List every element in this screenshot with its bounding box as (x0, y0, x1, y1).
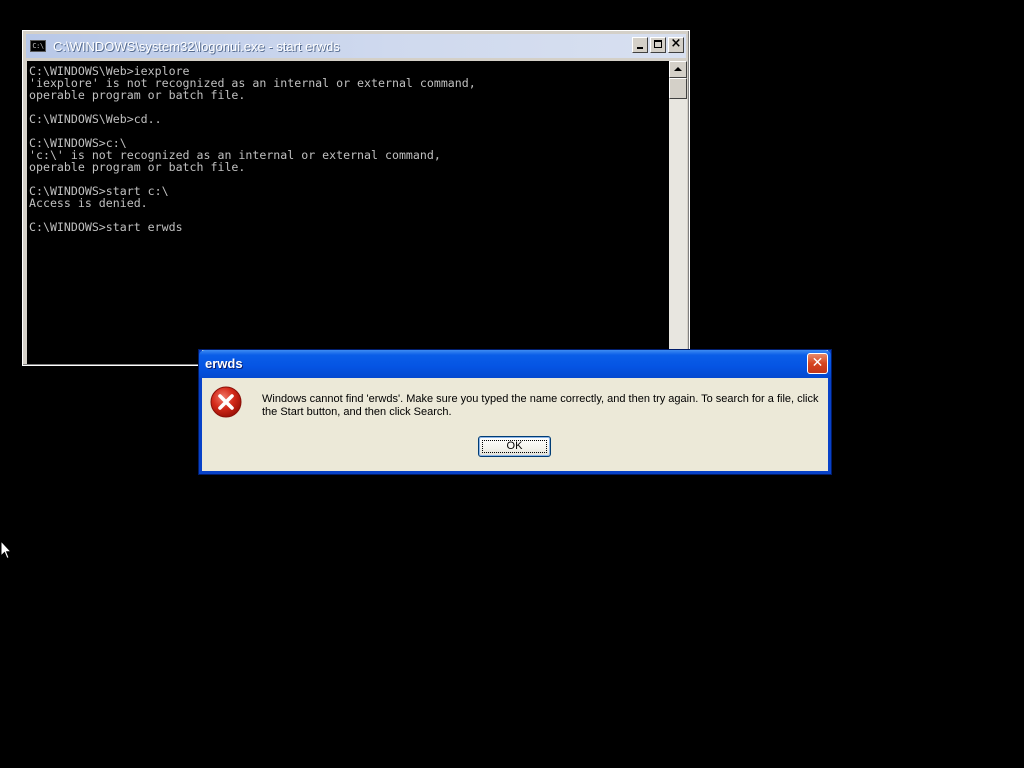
console-window[interactable]: C:\ C:\WINDOWS\system32\logonui.exe - st… (22, 30, 690, 366)
console-title: C:\WINDOWS\system32\logonui.exe - start … (53, 38, 340, 54)
window-controls: × (632, 36, 684, 53)
close-icon: × (670, 36, 682, 51)
console-line: operable program or batch file. (29, 160, 246, 174)
minimize-icon (637, 47, 643, 49)
desktop: C:\ C:\WINDOWS\system32\logonui.exe - st… (0, 0, 1024, 768)
console-line: C:\WINDOWS>start erwds (29, 220, 183, 234)
maximize-button[interactable] (650, 37, 666, 53)
console-titlebar[interactable]: C:\ C:\WINDOWS\system32\logonui.exe - st… (26, 34, 686, 58)
console-line: Access is denied. (29, 196, 148, 210)
scroll-up-button[interactable] (669, 61, 687, 78)
console-output[interactable]: C:\WINDOWS\Web>iexplore 'iexplore' is no… (27, 61, 669, 364)
error-dialog: erwds ✕ Windows cannot find 'erwds'. Mak… (199, 350, 831, 474)
vertical-scrollbar[interactable] (669, 61, 687, 364)
ok-button-label: OK (506, 440, 523, 452)
console-icon: C:\ (30, 40, 46, 52)
mouse-cursor-icon (0, 540, 12, 560)
maximize-icon (654, 40, 662, 48)
console-line: C:\WINDOWS\Web>cd.. (29, 112, 162, 126)
dialog-message: Windows cannot find 'erwds'. Make sure y… (262, 393, 819, 418)
error-icon (210, 386, 242, 418)
close-button[interactable]: × (668, 36, 684, 53)
minimize-button[interactable] (632, 37, 648, 53)
console-text: C:\WINDOWS\Web>iexplore 'iexplore' is no… (27, 61, 669, 233)
dialog-title: erwds (205, 356, 243, 371)
console-line: operable program or batch file. (29, 88, 246, 102)
close-icon: ✕ (811, 355, 824, 371)
dialog-titlebar[interactable]: erwds ✕ (199, 350, 831, 378)
ok-button[interactable]: OK (478, 436, 551, 457)
dialog-close-button[interactable]: ✕ (807, 353, 828, 374)
scroll-thumb[interactable] (669, 78, 687, 99)
